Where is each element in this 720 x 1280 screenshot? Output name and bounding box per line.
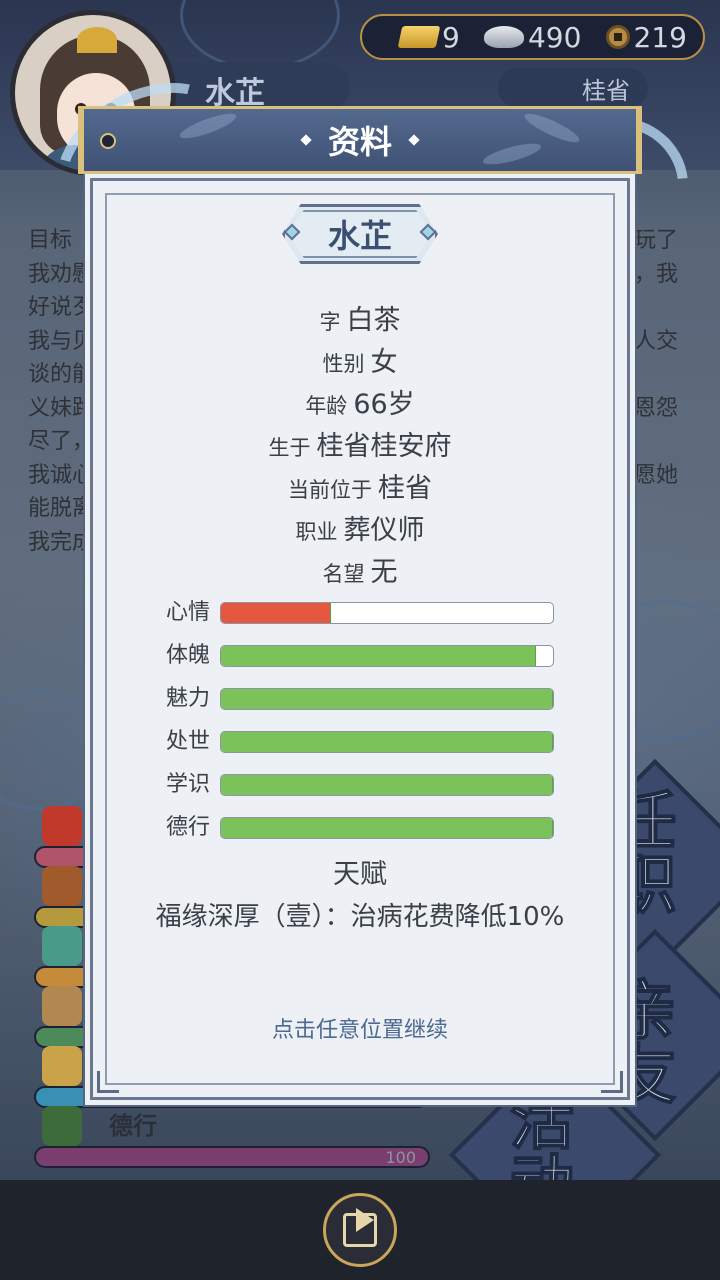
location-pill[interactable]: 桂省 <box>498 68 648 108</box>
ribbon-hole <box>100 133 116 149</box>
attribute-row: 处世 <box>160 729 560 772</box>
bg-stat-label: 德行 <box>109 1112 157 1140</box>
copper-coin-icon <box>605 25 630 49</box>
stat-icon <box>42 1046 82 1086</box>
story-line-start: 好说歹 <box>28 295 95 320</box>
copper-amount: 219 <box>633 20 687 54</box>
silver-currency: 490 <box>483 20 582 54</box>
attribute-label: 处世 <box>166 729 211 754</box>
gold-amount: 9 <box>442 20 460 54</box>
name-plate: 水芷 <box>282 204 438 264</box>
info-key: 生于 <box>268 436 311 460</box>
copper-currency: 219 <box>605 20 687 54</box>
title-dot <box>300 134 312 146</box>
stat-icon <box>42 986 82 1026</box>
attribute-bar <box>220 774 554 796</box>
story-line-start: 目标 <box>28 228 73 253</box>
attribute-label: 学识 <box>166 772 211 797</box>
gold-ingot-icon <box>397 26 441 48</box>
attribute-label: 体魄 <box>166 643 211 668</box>
story-line-start: 尽了， <box>28 429 95 454</box>
info-key: 职业 <box>295 520 338 544</box>
share-icon <box>343 1208 377 1247</box>
story-line-start: 谈的能 <box>28 362 95 387</box>
info-value: 无 <box>370 557 398 588</box>
info-row: 年龄 66岁 <box>90 384 630 426</box>
story-line-start: 我与贝 <box>28 328 95 354</box>
attribute-bar-fill <box>221 775 553 795</box>
attribute-list: 心情体魄魅力处世学识德行 <box>160 600 560 858</box>
bg-stat-bar: 100 <box>34 1146 430 1168</box>
attribute-row: 魅力 <box>160 686 560 729</box>
info-value: 白茶 <box>346 305 401 336</box>
info-key: 当前位于 <box>288 478 372 502</box>
info-value: 66岁 <box>353 389 415 420</box>
attribute-bar <box>220 731 554 753</box>
attribute-bar-fill <box>221 603 331 623</box>
modal-title: 资料 <box>327 123 392 161</box>
info-row: 字白茶 <box>90 300 630 342</box>
gold-currency: 9 <box>397 20 460 54</box>
attribute-label: 魅力 <box>166 686 211 711</box>
attribute-bar-fill <box>221 689 553 709</box>
title-dot <box>408 134 420 146</box>
story-line-start: 义妹路 <box>28 395 95 421</box>
modal-title-bar: 资料 <box>78 106 642 174</box>
info-key: 年龄 <box>305 394 348 418</box>
corner-ornament <box>601 1071 623 1093</box>
stat-icon <box>42 926 82 966</box>
info-value: 桂省 <box>378 473 432 504</box>
story-line-start: 我诚心 <box>28 462 95 488</box>
silver-ingot-icon <box>483 26 524 48</box>
info-row: 生于 桂省桂安府 <box>90 426 630 468</box>
silver-amount: 490 <box>527 20 582 54</box>
currency-bar: 9 490 219 <box>360 14 705 60</box>
bg-stat-value: 100 <box>385 1148 416 1167</box>
info-row: 性别女 <box>90 342 630 384</box>
character-name: 水芷 <box>327 217 392 255</box>
attribute-bar <box>220 817 554 839</box>
attribute-bar <box>220 645 554 667</box>
story-line-end: 愿她 <box>633 462 678 488</box>
story-line-end: ，我 <box>633 261 678 287</box>
info-value: 桂省桂安府 <box>316 431 452 462</box>
bg-stat-row: 德行 100 <box>34 1100 434 1168</box>
info-key: 名望 <box>322 562 365 586</box>
stat-icon <box>42 806 82 846</box>
talent-title: 天赋 <box>333 859 387 890</box>
info-value: 葬仪师 <box>343 515 425 546</box>
info-key: 性别 <box>322 352 365 376</box>
attribute-label: 德行 <box>166 815 211 840</box>
attribute-label: 心情 <box>166 600 211 625</box>
story-line-end: 恩怨 <box>633 395 678 421</box>
info-row: 当前位于 桂省 <box>90 468 630 510</box>
info-value: 女 <box>370 347 398 378</box>
talent-description: 福缘深厚（壹）：治病花费降低10% <box>155 902 565 932</box>
attribute-bar-fill <box>221 732 553 752</box>
attribute-row: 体魄 <box>160 643 560 686</box>
attribute-row: 心情 <box>160 600 560 643</box>
story-line-end: 人交 <box>633 328 678 354</box>
attribute-bar <box>220 602 554 624</box>
attribute-bar <box>220 688 554 710</box>
info-list: 字白茶 性别女年龄 66岁 生于 桂省桂安府 当前位于 桂省 职业 葬仪师 名望无 <box>90 300 630 594</box>
info-row: 名望无 <box>90 552 630 594</box>
stat-icon <box>42 1106 82 1146</box>
info-key: 字 <box>319 310 341 334</box>
story-line-start: 我完成 <box>28 529 95 555</box>
story-line-start: 能脱离 <box>28 496 95 521</box>
share-button[interactable] <box>323 1193 397 1267</box>
continue-hint[interactable]: 点击任意位置继续 <box>90 1012 630 1044</box>
location-label: 桂省 <box>582 76 630 105</box>
info-row: 职业 葬仪师 <box>90 510 630 552</box>
attribute-bar-fill <box>221 646 537 666</box>
stat-icon <box>42 866 82 906</box>
corner-ornament <box>97 1071 119 1093</box>
story-line-start: 我劝慰 <box>28 261 95 287</box>
attribute-row: 学识 <box>160 772 560 815</box>
attribute-bar-fill <box>221 818 553 838</box>
